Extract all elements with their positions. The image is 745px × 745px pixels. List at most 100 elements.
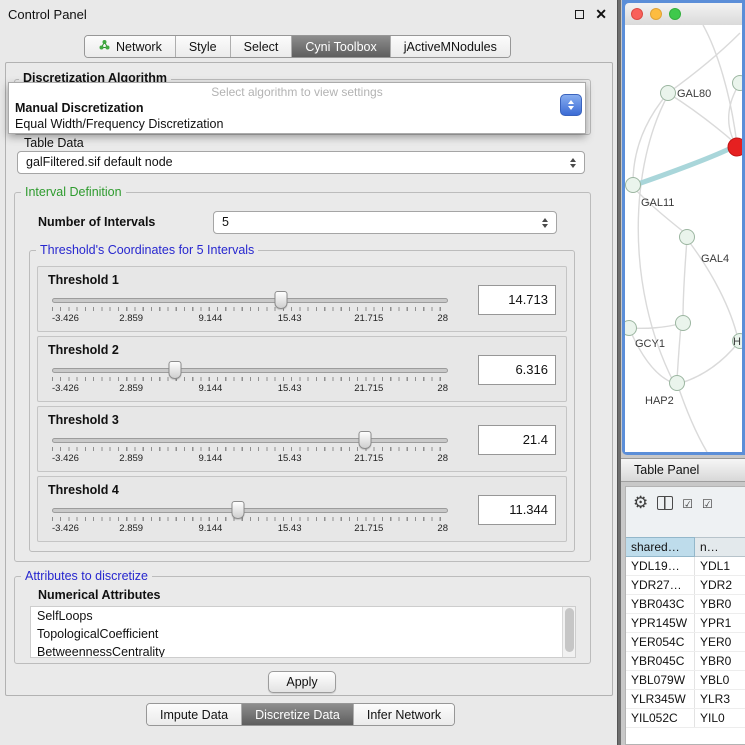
network-node[interactable] [625, 321, 637, 336]
table-cell[interactable]: YPR145W [626, 614, 695, 632]
table-cell[interactable]: YBR045C [626, 652, 695, 670]
tab-discretize-data[interactable]: Discretize Data [242, 704, 354, 725]
network-graph[interactable]: GAL80GAL11GAL4GCY1HAP2H [625, 25, 742, 452]
attribute-list-item[interactable]: TopologicalCoefficient [31, 625, 575, 643]
slider-scale-label: 21.715 [354, 523, 383, 534]
table-cell[interactable]: YDR27… [626, 576, 695, 594]
network-node[interactable] [733, 76, 743, 91]
table-cell[interactable]: YBR043C [626, 595, 695, 613]
table-cell[interactable]: YDL19… [626, 557, 695, 575]
table-row[interactable]: YDR27…YDR2 [626, 576, 745, 595]
tab-style[interactable]: Style [176, 36, 231, 57]
table-cell[interactable]: YER054C [626, 633, 695, 651]
table-row[interactable]: YBL079WYBL0 [626, 671, 745, 690]
table-row[interactable]: YIL052CYIL0 [626, 709, 745, 728]
algorithm-combobox-stepper[interactable] [560, 94, 582, 116]
table-cell[interactable]: YIL052C [626, 709, 695, 727]
tab-infer-network[interactable]: Infer Network [354, 704, 454, 725]
number-of-intervals-select[interactable]: 5 [213, 211, 557, 234]
table-row[interactable]: YDL19…YDL1 [626, 557, 745, 576]
attribute-items: SelfLoopsTopologicalCoefficientBetweenne… [31, 607, 575, 658]
slider-track[interactable] [52, 368, 448, 373]
select-all-checkbox-icon[interactable]: ☑ [682, 494, 693, 514]
network-node[interactable] [661, 86, 676, 101]
network-node-label: H [733, 336, 741, 348]
threshold-value-field[interactable]: 6.316 [478, 355, 556, 385]
slider-track[interactable] [52, 508, 448, 513]
table-toolbar: ⚙ ☑ ☑ [626, 487, 745, 537]
tab-cyni-toolbox[interactable]: Cyni Toolbox [292, 36, 390, 57]
tab-label: Network [116, 40, 162, 54]
network-canvas[interactable]: GAL80GAL11GAL4GCY1HAP2H [625, 25, 742, 452]
algorithm-option-manual-discretization[interactable]: Manual Discretization [9, 100, 585, 116]
threshold-slider[interactable]: -3.4262.8599.14415.4321.71528 [52, 267, 448, 331]
network-node[interactable] [680, 230, 695, 245]
threshold-slider[interactable]: -3.4262.8599.14415.4321.71528 [52, 477, 448, 541]
table-cell[interactable]: YBL0 [695, 671, 745, 689]
table-cell[interactable]: YPR1 [695, 614, 745, 632]
table-cell[interactable]: YLR3 [695, 690, 745, 708]
attributes-group-title: Attributes to discretize [21, 569, 152, 583]
network-node[interactable] [626, 178, 641, 193]
table-cell[interactable]: YDL1 [695, 557, 745, 575]
scrollbar-thumb[interactable] [565, 608, 574, 652]
attribute-list-item[interactable]: BetweennessCentrality [31, 643, 575, 658]
network-node[interactable] [676, 316, 691, 331]
list-scrollbar[interactable] [562, 607, 575, 657]
slider-track[interactable] [52, 438, 448, 443]
table-cell[interactable]: YBL079W [626, 671, 695, 689]
threshold-value-field[interactable]: 14.713 [478, 285, 556, 315]
columns-icon[interactable] [657, 496, 673, 510]
table-cell[interactable]: YIL0 [695, 709, 745, 727]
select-column-checkbox-icon[interactable]: ☑ [702, 494, 713, 514]
threshold-slider[interactable]: -3.4262.8599.14415.4321.71528 [52, 337, 448, 401]
table-cell[interactable]: YLR345W [626, 690, 695, 708]
column-header-shared[interactable]: shared… [626, 537, 695, 557]
tab-select[interactable]: Select [231, 36, 293, 57]
table-row[interactable]: YBR045CYBR0 [626, 652, 745, 671]
network-node[interactable] [728, 138, 742, 156]
zoom-traffic-light[interactable] [669, 8, 681, 20]
threshold-value-field[interactable]: 21.4 [478, 425, 556, 455]
network-node-label: GAL4 [701, 253, 729, 265]
highlighted-edge [635, 149, 729, 185]
slider-thumb[interactable] [232, 501, 245, 519]
network-window-titlebar[interactable] [625, 3, 742, 25]
table-cell[interactable]: YBR0 [695, 652, 745, 670]
slider-track[interactable] [52, 298, 448, 303]
table-cell[interactable]: YBR0 [695, 595, 745, 613]
threshold-slider[interactable]: -3.4262.8599.14415.4321.71528 [52, 407, 448, 471]
float-window-icon[interactable] [575, 10, 584, 19]
threshold-value-field[interactable]: 11.344 [478, 495, 556, 525]
tab-jactivemnodules[interactable]: jActiveMNodules [391, 36, 510, 57]
table-row[interactable]: YER054CYER0 [626, 633, 745, 652]
slider-thumb[interactable] [358, 431, 371, 449]
table-panel-header[interactable]: Table Panel [621, 458, 745, 482]
attribute-list-item[interactable]: SelfLoops [31, 607, 575, 625]
network-node[interactable] [670, 376, 685, 391]
network-edge [668, 33, 740, 93]
slider-thumb[interactable] [168, 361, 181, 379]
table-cell[interactable]: YDR2 [695, 576, 745, 594]
table-row[interactable]: YBR043CYBR0 [626, 595, 745, 614]
network-icon [98, 39, 111, 54]
numerical-attributes-list[interactable]: SelfLoopsTopologicalCoefficientBetweenne… [30, 606, 576, 658]
minimize-traffic-light[interactable] [650, 8, 662, 20]
table-row[interactable]: YPR145WYPR1 [626, 614, 745, 633]
slider-scale-label: -3.426 [52, 453, 79, 464]
tab-network[interactable]: Network [85, 36, 176, 57]
column-header-name[interactable]: n… [695, 537, 745, 557]
gear-icon[interactable]: ⚙ [633, 493, 648, 513]
table-data-select[interactable]: galFiltered.sif default node [17, 151, 585, 174]
threshold-panel-3: Threshold 3 -3.4262.8599.14415.4321.7152… [37, 406, 567, 472]
close-traffic-light[interactable] [631, 8, 643, 20]
table-row[interactable]: YLR345WYLR3 [626, 690, 745, 709]
table-cell[interactable]: YER0 [695, 633, 745, 651]
close-window-icon[interactable]: ✕ [595, 8, 607, 20]
algorithm-option-equal-width[interactable]: Equal Width/Frequency Discretization [9, 116, 585, 132]
tab-impute-data[interactable]: Impute Data [147, 704, 242, 725]
slider-scale-label: 21.715 [354, 313, 383, 324]
slider-scale: -3.4262.8599.14415.4321.71528 [52, 383, 448, 395]
apply-button[interactable]: Apply [268, 671, 336, 693]
slider-thumb[interactable] [274, 291, 287, 309]
